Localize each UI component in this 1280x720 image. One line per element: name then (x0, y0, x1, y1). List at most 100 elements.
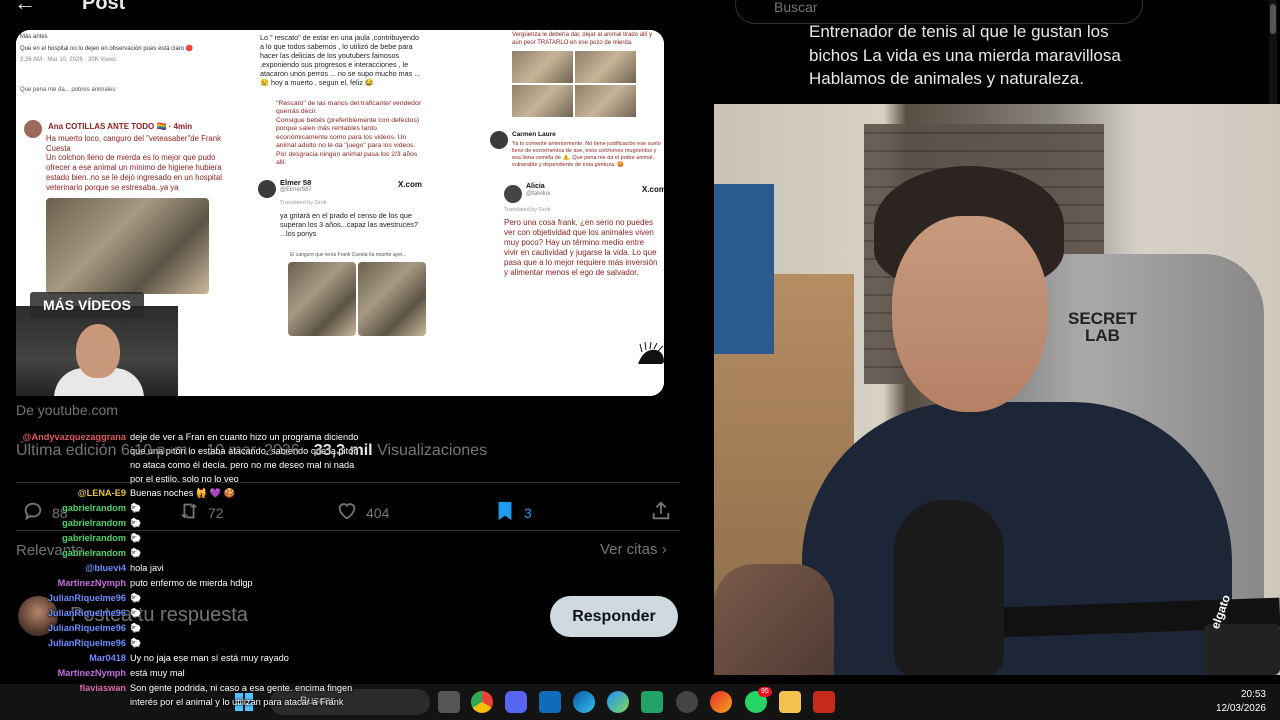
scrollbar[interactable] (1269, 0, 1277, 104)
chat-username[interactable]: JulianRiquelme96 (0, 636, 130, 651)
chat-message: JulianRiquelme96 🐑 (0, 621, 380, 636)
chat-message: gabrielrandom 🐑 (0, 531, 380, 546)
chat-text: 🐑 (130, 548, 142, 558)
tweet-photo (358, 262, 426, 336)
chat-message: @bluevi4 hola javi (0, 561, 380, 576)
translated-label: Translated by Grok (504, 206, 551, 213)
chat-text: 🐑 (130, 533, 142, 543)
clock-date: 12/03/2026 (1215, 703, 1266, 714)
tweet-user: Elmer 58 @Elmer587 X.com (256, 178, 426, 200)
chat-username[interactable]: @bluevi4 (0, 561, 130, 576)
chat-username[interactable]: gabrielrandom (0, 531, 130, 546)
avatar (490, 131, 508, 149)
chat-username[interactable]: Mar0418 (0, 651, 130, 666)
app-icon[interactable] (641, 691, 663, 713)
tweet-header-line: Más antes (20, 34, 48, 40)
webcam-feed: SECRET LAB elgato (714, 104, 1280, 675)
source-link[interactable]: De youtube.com (16, 402, 118, 418)
tweet-text: Pero una cosa frank, ¿en serio no puedes… (504, 217, 658, 277)
folder-icon[interactable] (779, 691, 801, 713)
chat-text: 🐑 (130, 623, 142, 633)
monitor (714, 184, 774, 354)
chat-message: JulianRiquelme96 🐑 (0, 606, 380, 621)
share-icon (650, 500, 672, 525)
tweet-text: El canguro que tenía Frank Cuesta ha mue… (290, 251, 407, 258)
tweet-author-name: Ana COTILLAS ANTE TODO 🏳️‍🌈 · 4min (48, 122, 193, 131)
profile-bio: Entrenador de tenis al que le gustan los… (809, 22, 1121, 88)
chat-username[interactable]: MartinezNymph (0, 666, 130, 681)
chat-text: 🐑 (130, 503, 142, 513)
back-arrow-icon[interactable]: ← (14, 0, 36, 16)
chat-message: Mar0418 Uy no jaja ese man sí está muy ra… (0, 651, 380, 666)
tweet-text: ya gritará en el prado el censo de los q… (280, 210, 418, 238)
tweet-user: Alicia @falvilux X.com (476, 183, 664, 207)
chat-message: JulianRiquelme96 🐑 (0, 591, 380, 606)
screenshot-column-2: Lo " rescato" de estar en una jaula ,con… (256, 30, 426, 396)
app-icon[interactable] (813, 691, 835, 713)
person-face (76, 324, 120, 378)
chat-text: 🐑 (130, 608, 142, 618)
avatar (24, 120, 42, 138)
tweet-user: Carmen Laure Ya lo comenté anteriormente… (476, 131, 664, 169)
tweet-text: Ha muerto loco, canguro del "veteasaber"… (46, 134, 222, 192)
tweet-meta-line: 3:26 AM · Mar 10, 2026 · 30K Views (20, 57, 117, 63)
share-action[interactable] (650, 500, 672, 525)
user-name: Carmen Laure (512, 131, 556, 138)
video-pip[interactable] (16, 306, 178, 396)
chrome-icon[interactable] (471, 691, 493, 713)
chat-text: 🐑 (130, 593, 142, 603)
chat-text: Buenas noches 🙀 💜 🍪 (130, 488, 236, 498)
clock: 20:53 12/03/2026 (1200, 688, 1266, 716)
task-view-icon[interactable] (438, 691, 460, 713)
page-title: Post (82, 0, 126, 14)
globe-icon[interactable] (607, 691, 629, 713)
chat-username[interactable]: JulianRiquelme96 (0, 591, 130, 606)
tweet-photos (288, 262, 426, 336)
tweet-photo (575, 51, 636, 83)
chat-message: JulianRiquelme96 🐑 (0, 636, 380, 651)
microphone (894, 500, 1004, 675)
tweet-header-line: Que en el hospital no lo dejen en observ… (20, 45, 194, 52)
clock-time: 20:53 (1240, 689, 1266, 700)
app-icon[interactable] (710, 691, 732, 713)
more-videos-button[interactable]: MÁS VÍDEOS (30, 292, 144, 318)
chat-username[interactable]: flaviaswan (0, 681, 130, 709)
chat-username[interactable]: MartinezNymph (0, 576, 130, 591)
person-face (892, 216, 1048, 412)
chat-message: gabrielrandom 🐑 (0, 546, 380, 561)
chat-username[interactable]: JulianRiquelme96 (0, 606, 130, 621)
chat-text: hola javi (130, 563, 164, 573)
chat-text: Uy no jaja ese man sí está muy rayado (130, 653, 289, 663)
edge-icon[interactable] (573, 691, 595, 713)
camera (1204, 624, 1280, 675)
chat-message: gabrielrandom 🐑 (0, 501, 380, 516)
chat-message: flaviaswan Son gente podrida, ni caso a e… (0, 681, 380, 709)
tweet-photo (512, 85, 573, 117)
person-arm (714, 564, 834, 675)
chat-text: deje de ver a Fran en cuanto hizo un pro… (130, 432, 359, 484)
xcom-label: X.com (398, 179, 423, 189)
chat-username[interactable]: JulianRiquelme96 (0, 621, 130, 636)
chat-text: Son gente podrida, ni caso a esa gente. … (130, 683, 353, 707)
notification-badge: 95 (758, 687, 772, 697)
view-quotes-link[interactable]: Ver citas › (600, 541, 667, 558)
translated-label: Translated by Grok (280, 199, 327, 206)
chat-username[interactable]: gabrielrandom (0, 546, 130, 561)
chat-username[interactable]: gabrielrandom (0, 501, 130, 516)
chat-username[interactable]: gabrielrandom (0, 516, 130, 531)
obs-icon[interactable] (676, 691, 698, 713)
scrollbar-thumb[interactable] (1270, 4, 1276, 34)
reply-button[interactable]: Responder (550, 596, 678, 637)
chat-username[interactable]: @Andyvazquezaggrana (0, 430, 130, 486)
chat-message: MartinezNymph está muy mal (0, 666, 380, 681)
chat-message: MartinezNymph puto enfermo de mierda hdlg… (0, 576, 380, 591)
tweet-photo (46, 198, 209, 295)
chat-message: gabrielrandom 🐑 (0, 516, 380, 531)
discord-icon[interactable] (505, 691, 527, 713)
tweet-author: Ana COTILLAS ANTE TODO 🏳️‍🌈 · 4min (16, 116, 231, 138)
chair-brand-logo: SECRET LAB (1068, 309, 1137, 345)
tweet-text: Lo " rescato" de estar en una jaula ,con… (260, 33, 421, 87)
mail-icon[interactable] (539, 691, 561, 713)
bookmark-action[interactable]: 3 (494, 500, 532, 525)
chat-username[interactable]: @LENA-E9 (0, 486, 130, 501)
